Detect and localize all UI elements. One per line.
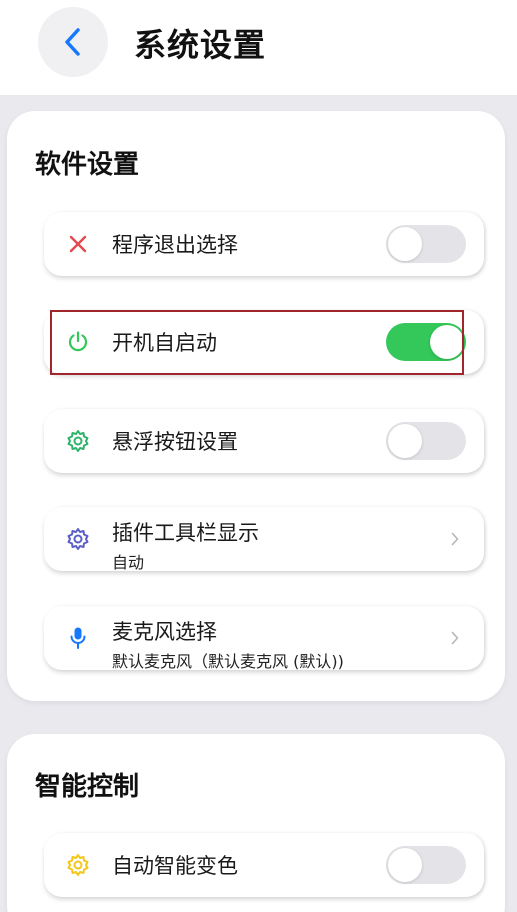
top-bar: 系统设置: [0, 0, 517, 95]
auto-start-toggle[interactable]: [386, 323, 466, 361]
row-label: 悬浮按钮设置: [112, 430, 238, 454]
settings-row-auto-color[interactable]: 自动智能变色: [44, 833, 484, 897]
row-label: 开机自启动: [112, 331, 217, 355]
row-value: 自动: [112, 553, 145, 572]
settings-row-auto-start[interactable]: 开机自启动: [44, 310, 484, 374]
exit-choice-toggle[interactable]: [386, 225, 466, 263]
toggle-knob: [388, 424, 422, 458]
chevron-right-icon: [450, 630, 460, 646]
close-icon: [66, 232, 90, 256]
chevron-left-icon: [65, 28, 80, 56]
settings-row-plugin-toolbar[interactable]: 插件工具栏显示 自动: [44, 507, 484, 572]
chevron-right-icon: [450, 531, 460, 547]
settings-row-floating-button[interactable]: 悬浮按钮设置: [44, 409, 484, 473]
row-label: 自动智能变色: [112, 854, 238, 878]
floating-button-toggle[interactable]: [386, 422, 466, 460]
gear-icon: [66, 853, 90, 877]
gear-icon: [66, 429, 90, 453]
row-label: 插件工具栏显示: [112, 521, 259, 545]
power-icon: [66, 330, 90, 354]
toggle-knob: [388, 848, 422, 882]
toggle-knob: [430, 325, 464, 359]
page-title: 系统设置: [134, 26, 267, 64]
auto-color-toggle[interactable]: [386, 846, 466, 884]
row-label: 麦克风选择: [112, 620, 217, 644]
row-label: 程序退出选择: [112, 233, 238, 257]
software-settings-card: 软件设置 程序退出选择 开机自启动 悬浮按钮设置 插件工具栏显示 自动 麦克风选…: [7, 111, 505, 701]
section-title-software: 软件设置: [35, 150, 140, 180]
settings-row-exit-choice[interactable]: 程序退出选择: [44, 212, 484, 276]
row-value: 默认麦克风（默认麦克风 (默认)): [112, 652, 344, 671]
back-button[interactable]: [38, 7, 108, 77]
toggle-knob: [388, 227, 422, 261]
smart-control-card: 智能控制 自动智能变色: [7, 734, 505, 912]
section-title-smart: 智能控制: [35, 772, 140, 802]
microphone-icon: [66, 626, 90, 650]
settings-row-microphone[interactable]: 麦克风选择 默认麦克风（默认麦克风 (默认)): [44, 606, 484, 671]
gear-icon: [66, 527, 90, 551]
